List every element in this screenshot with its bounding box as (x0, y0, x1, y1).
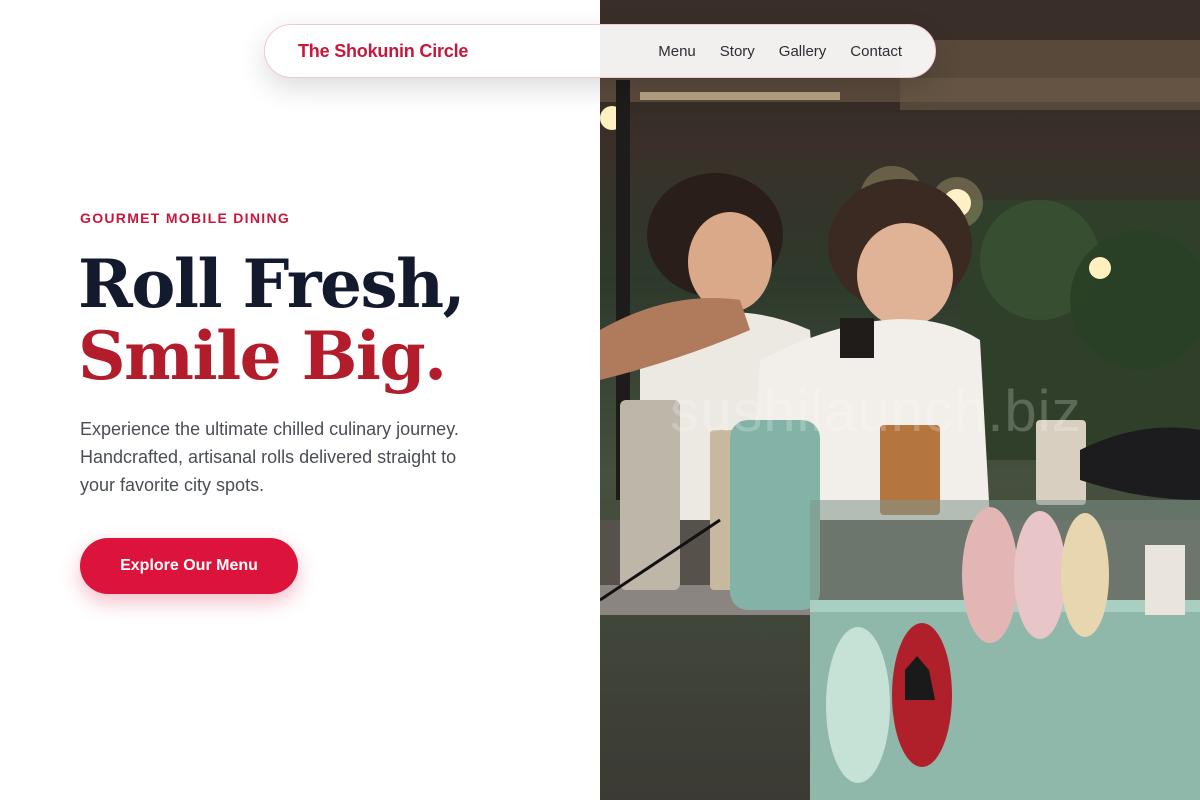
hero-description: Experience the ultimate chilled culinary… (80, 415, 520, 499)
hero-title-line-1: Roll Fresh, (78, 245, 466, 323)
nav-link-menu[interactable]: Menu (658, 43, 696, 60)
hero-description-line: your favorite city spots. (80, 475, 265, 495)
nav-links: Menu Story Gallery Contact (658, 43, 902, 60)
hero-photo: sushilaunch.biz (600, 0, 1200, 800)
nav-link-contact[interactable]: Contact (850, 43, 902, 60)
hero-title-line-2: Smile Big. (78, 317, 447, 395)
nav-link-gallery[interactable]: Gallery (779, 43, 827, 60)
hero-description-line: Experience the ultimate chilled culinary… (80, 419, 459, 439)
nav-link-story[interactable]: Story (720, 43, 755, 60)
hero-eyebrow: GOURMET MOBILE DINING (80, 210, 291, 226)
hero-title: Roll Fresh, Smile Big. (78, 245, 466, 395)
hero-description-line: Handcrafted, artisanal rolls delivered s… (80, 447, 457, 467)
top-navigation: The Shokunin Circle Menu Story Gallery C… (264, 24, 936, 78)
watermark-text: sushilaunch.biz (670, 379, 1082, 444)
explore-menu-button[interactable]: Explore Our Menu (80, 538, 298, 594)
brand-logo-text[interactable]: The Shokunin Circle (298, 41, 468, 62)
